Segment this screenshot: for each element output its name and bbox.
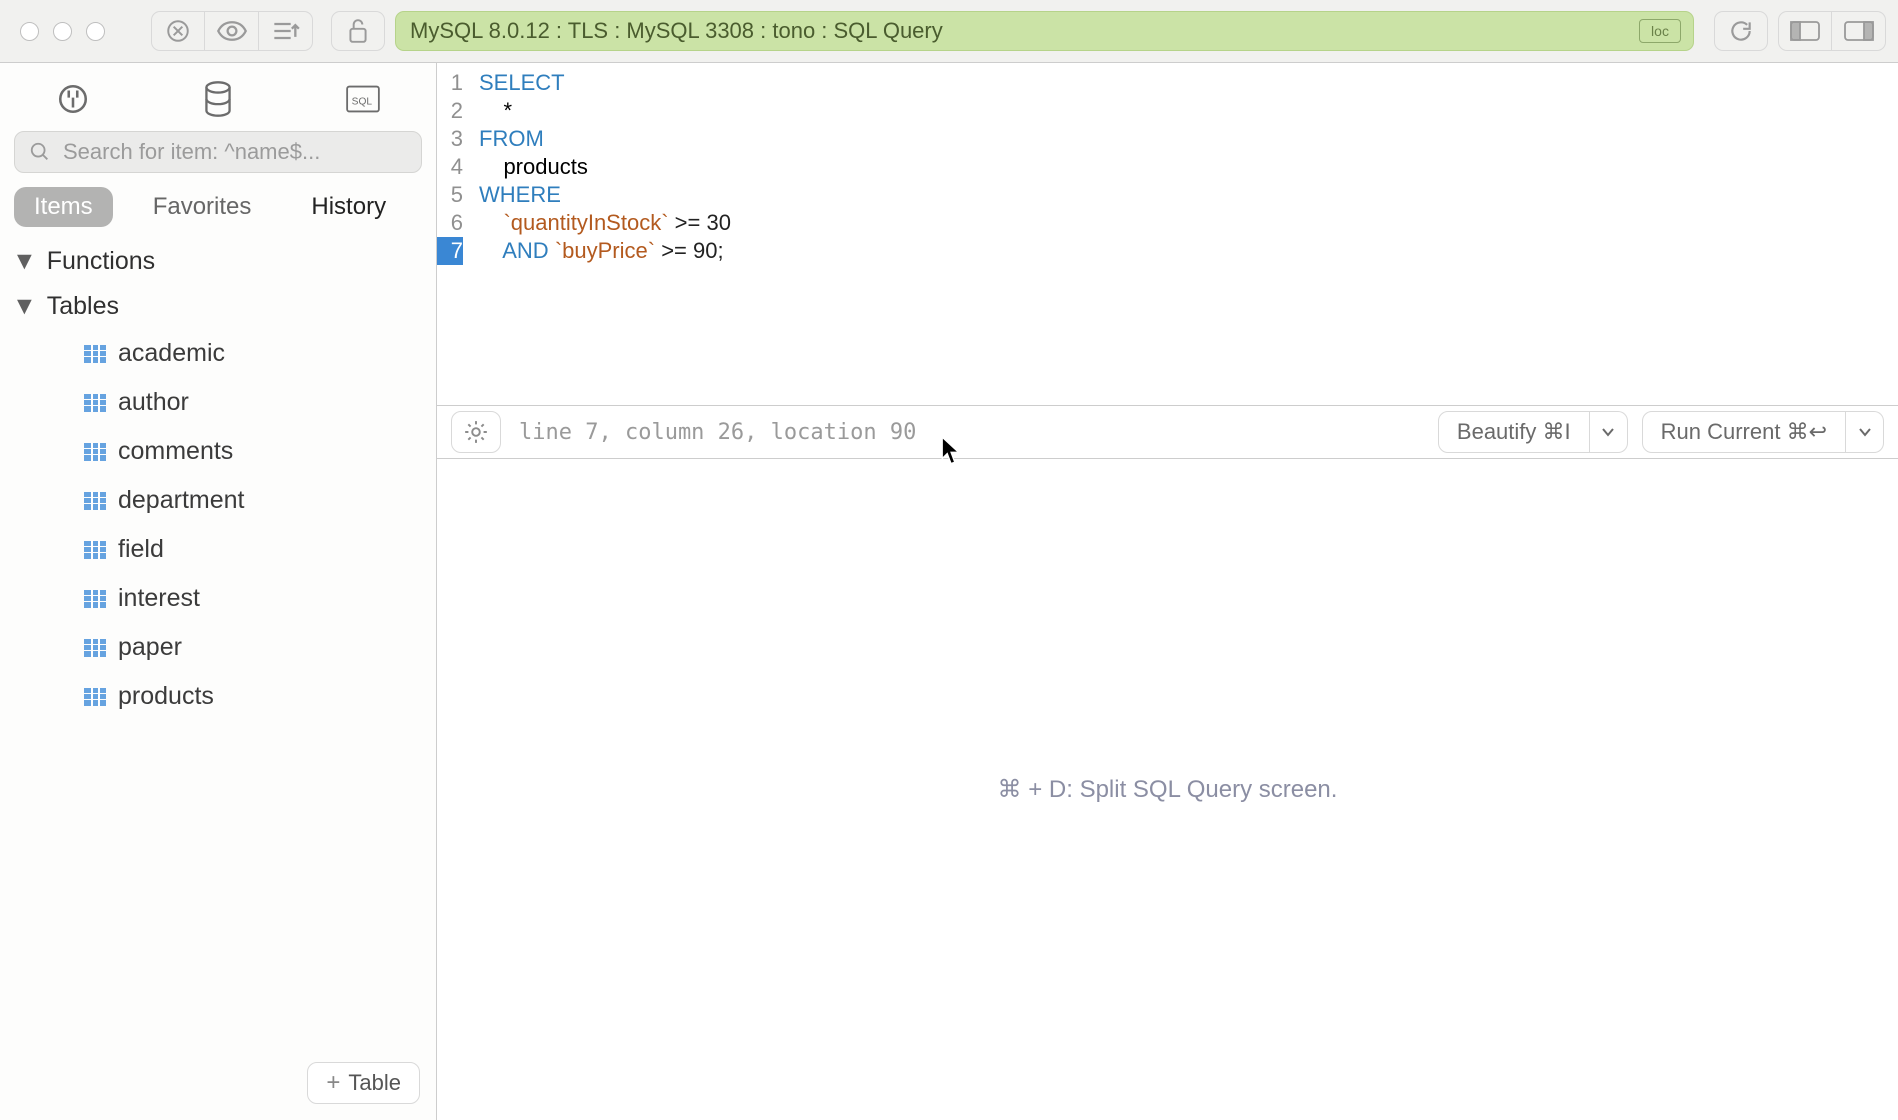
table-item-department[interactable]: department bbox=[80, 476, 430, 525]
results-hint: ⌘ + D: Split SQL Query screen. bbox=[998, 775, 1338, 804]
tree-category-functions[interactable]: ▼ Functions bbox=[6, 239, 430, 284]
connection-icon[interactable] bbox=[51, 77, 95, 121]
search-input[interactable] bbox=[61, 138, 407, 166]
table-icon bbox=[84, 345, 106, 363]
panel-left-button[interactable] bbox=[1778, 11, 1832, 51]
sidebar-tabs: Items Favorites History bbox=[0, 183, 436, 239]
toolbar-right-tools bbox=[1714, 11, 1886, 51]
database-icon[interactable] bbox=[196, 77, 240, 121]
line-number: 2 bbox=[437, 97, 463, 125]
table-icon bbox=[84, 541, 106, 559]
run-button[interactable]: Run Current ⌘↩ bbox=[1642, 411, 1846, 453]
window-toolbar: MySQL 8.0.12 : TLS : MySQL 3308 : tono :… bbox=[0, 0, 1898, 63]
add-table-label: Table bbox=[348, 1070, 401, 1096]
editor-gutter: 1234567 bbox=[437, 69, 469, 265]
code-line[interactable]: * bbox=[479, 97, 731, 125]
table-item-label: paper bbox=[118, 633, 182, 662]
window-traffic-lights bbox=[20, 22, 105, 41]
cursor-position-text: line 7, column 26, location 90 bbox=[519, 420, 916, 445]
beautify-button[interactable]: Beautify ⌘I bbox=[1438, 411, 1590, 453]
stop-button[interactable] bbox=[151, 11, 205, 51]
line-number: 4 bbox=[437, 153, 463, 181]
table-item-paper[interactable]: paper bbox=[80, 623, 430, 672]
caret-down-icon: ▼ bbox=[12, 292, 37, 321]
beautify-dropdown[interactable] bbox=[1590, 411, 1628, 453]
code-line[interactable]: products bbox=[479, 153, 731, 181]
svg-text:SQL: SQL bbox=[352, 97, 373, 108]
run-dropdown[interactable] bbox=[1846, 411, 1884, 453]
title-bar[interactable]: MySQL 8.0.12 : TLS : MySQL 3308 : tono :… bbox=[395, 11, 1694, 51]
sidebar-tree: ▼ Functions ▼ Tables academic author comme… bbox=[0, 239, 436, 1120]
preview-button[interactable] bbox=[205, 11, 259, 51]
functions-label: Functions bbox=[47, 247, 155, 276]
table-icon bbox=[84, 443, 106, 461]
search-input-wrap[interactable] bbox=[14, 131, 422, 173]
code-line[interactable]: `quantityInStock` >= 30 bbox=[479, 209, 731, 237]
editor-status-bar: line 7, column 26, location 90 Beautify … bbox=[437, 405, 1898, 459]
results-area: ⌘ + D: Split SQL Query screen. bbox=[437, 459, 1898, 1120]
table-item-author[interactable]: author bbox=[80, 378, 430, 427]
table-item-comments[interactable]: comments bbox=[80, 427, 430, 476]
line-number: 7 bbox=[437, 237, 463, 265]
table-icon bbox=[84, 639, 106, 657]
line-number: 1 bbox=[437, 69, 463, 97]
code-line[interactable]: FROM bbox=[479, 125, 731, 153]
table-item-label: field bbox=[118, 535, 164, 564]
panel-right-button[interactable] bbox=[1832, 11, 1886, 51]
search-icon bbox=[29, 141, 51, 163]
sql-icon[interactable]: SQL bbox=[341, 77, 385, 121]
tab-history[interactable]: History bbox=[291, 187, 406, 227]
table-item-label: products bbox=[118, 682, 214, 711]
settings-gear-button[interactable] bbox=[451, 411, 501, 453]
tables-label: Tables bbox=[47, 292, 119, 321]
tree-category-tables[interactable]: ▼ Tables bbox=[6, 284, 430, 329]
table-icon bbox=[84, 492, 106, 510]
sql-editor[interactable]: 1234567 SELECT *FROM productsWHERE `quan… bbox=[437, 63, 1898, 265]
code-line[interactable]: AND `buyPrice` >= 90; bbox=[479, 237, 731, 265]
close-window-dot[interactable] bbox=[20, 22, 39, 41]
code-line[interactable]: SELECT bbox=[479, 69, 731, 97]
add-table-button[interactable]: + Table bbox=[307, 1062, 420, 1104]
line-number: 5 bbox=[437, 181, 463, 209]
caret-down-icon: ▼ bbox=[12, 247, 37, 276]
table-item-label: author bbox=[118, 388, 189, 417]
table-item-label: interest bbox=[118, 584, 200, 613]
line-number: 6 bbox=[437, 209, 463, 237]
chevron-down-icon bbox=[1601, 427, 1615, 437]
table-item-label: academic bbox=[118, 339, 225, 368]
sidebar-mode-icons: SQL bbox=[0, 63, 436, 125]
plus-icon: + bbox=[326, 1069, 340, 1097]
table-item-academic[interactable]: academic bbox=[80, 329, 430, 378]
table-item-interest[interactable]: interest bbox=[80, 574, 430, 623]
table-item-label: department bbox=[118, 486, 244, 515]
beautify-action: Beautify ⌘I bbox=[1438, 411, 1628, 453]
main-area: 1234567 SELECT *FROM productsWHERE `quan… bbox=[437, 63, 1898, 1120]
hamburger-up-button[interactable] bbox=[259, 11, 313, 51]
table-icon bbox=[84, 394, 106, 412]
zoom-window-dot[interactable] bbox=[86, 22, 105, 41]
gear-icon bbox=[463, 419, 489, 445]
table-item-label: comments bbox=[118, 437, 233, 466]
table-icon bbox=[84, 688, 106, 706]
table-icon bbox=[84, 590, 106, 608]
run-action: Run Current ⌘↩ bbox=[1642, 411, 1884, 453]
minimize-window-dot[interactable] bbox=[53, 22, 72, 41]
tab-items[interactable]: Items bbox=[14, 187, 113, 227]
sidebar: SQL Items Favorites History ▼ Functions … bbox=[0, 63, 437, 1120]
table-item-products[interactable]: products bbox=[80, 672, 430, 721]
title-text: MySQL 8.0.12 : TLS : MySQL 3308 : tono :… bbox=[410, 18, 943, 44]
lock-button[interactable] bbox=[331, 11, 385, 51]
tab-favorites[interactable]: Favorites bbox=[133, 187, 272, 227]
table-item-field[interactable]: field bbox=[80, 525, 430, 574]
toolbar-left-group bbox=[151, 11, 313, 51]
code-line[interactable]: WHERE bbox=[479, 181, 731, 209]
chevron-down-icon bbox=[1858, 427, 1872, 437]
line-number: 3 bbox=[437, 125, 463, 153]
editor-code[interactable]: SELECT *FROM productsWHERE `quantityInSt… bbox=[469, 69, 731, 265]
refresh-button[interactable] bbox=[1714, 11, 1768, 51]
loc-badge: loc bbox=[1639, 19, 1681, 43]
